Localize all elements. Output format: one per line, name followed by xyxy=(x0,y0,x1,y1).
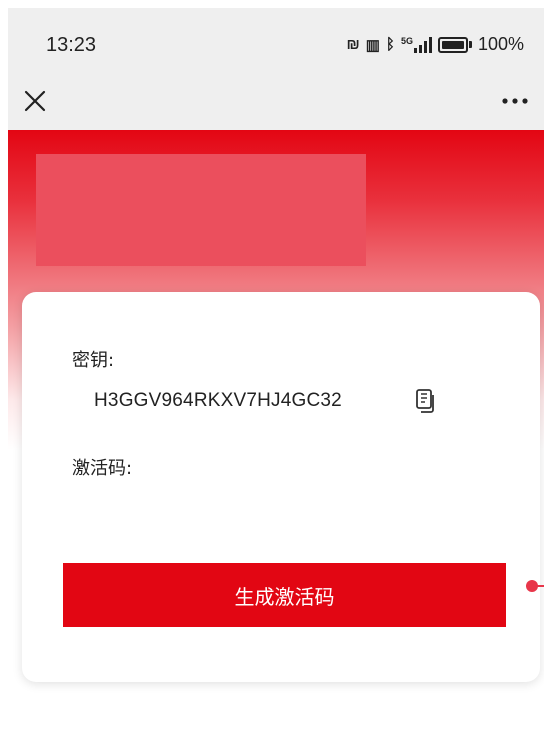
bluetooth-icon: ᛒ xyxy=(385,36,395,53)
screen: 13:23 ₪ ▥ ᛒ 5G 100% 密钥: H3GGV964RKXV7HJ4… xyxy=(0,0,544,740)
activation-card: 密钥: H3GGV964RKXV7HJ4GC32 激活码: 生成激活码 xyxy=(22,292,540,682)
vibrate-icon: ▥ xyxy=(365,36,380,54)
status-time: 13:23 xyxy=(46,34,97,56)
generate-code-button[interactable]: 生成激活码 xyxy=(63,563,506,627)
battery-icon xyxy=(437,36,472,53)
key-value: H3GGV964RKXV7HJ4GC32 xyxy=(94,390,342,411)
more-icon[interactable] xyxy=(500,90,530,112)
battery-percent: 100% xyxy=(477,34,524,54)
network-type: 5G xyxy=(400,35,413,46)
hero-image-placeholder xyxy=(36,154,366,266)
close-icon[interactable] xyxy=(22,88,48,114)
nav-bar xyxy=(8,76,544,130)
nfc-icon: ₪ xyxy=(346,36,360,53)
status-icons: ₪ ▥ ᛒ 5G 100% xyxy=(346,34,524,55)
signal-5g-icon: 5G xyxy=(400,35,432,53)
signal-bars xyxy=(413,36,432,53)
floating-dot-line xyxy=(536,585,544,587)
activation-code-label: 激活码: xyxy=(72,458,133,479)
copy-icon[interactable] xyxy=(414,388,436,414)
key-label: 密钥: xyxy=(72,350,115,371)
status-bar: 13:23 ₪ ▥ ᛒ 5G 100% xyxy=(8,8,544,76)
